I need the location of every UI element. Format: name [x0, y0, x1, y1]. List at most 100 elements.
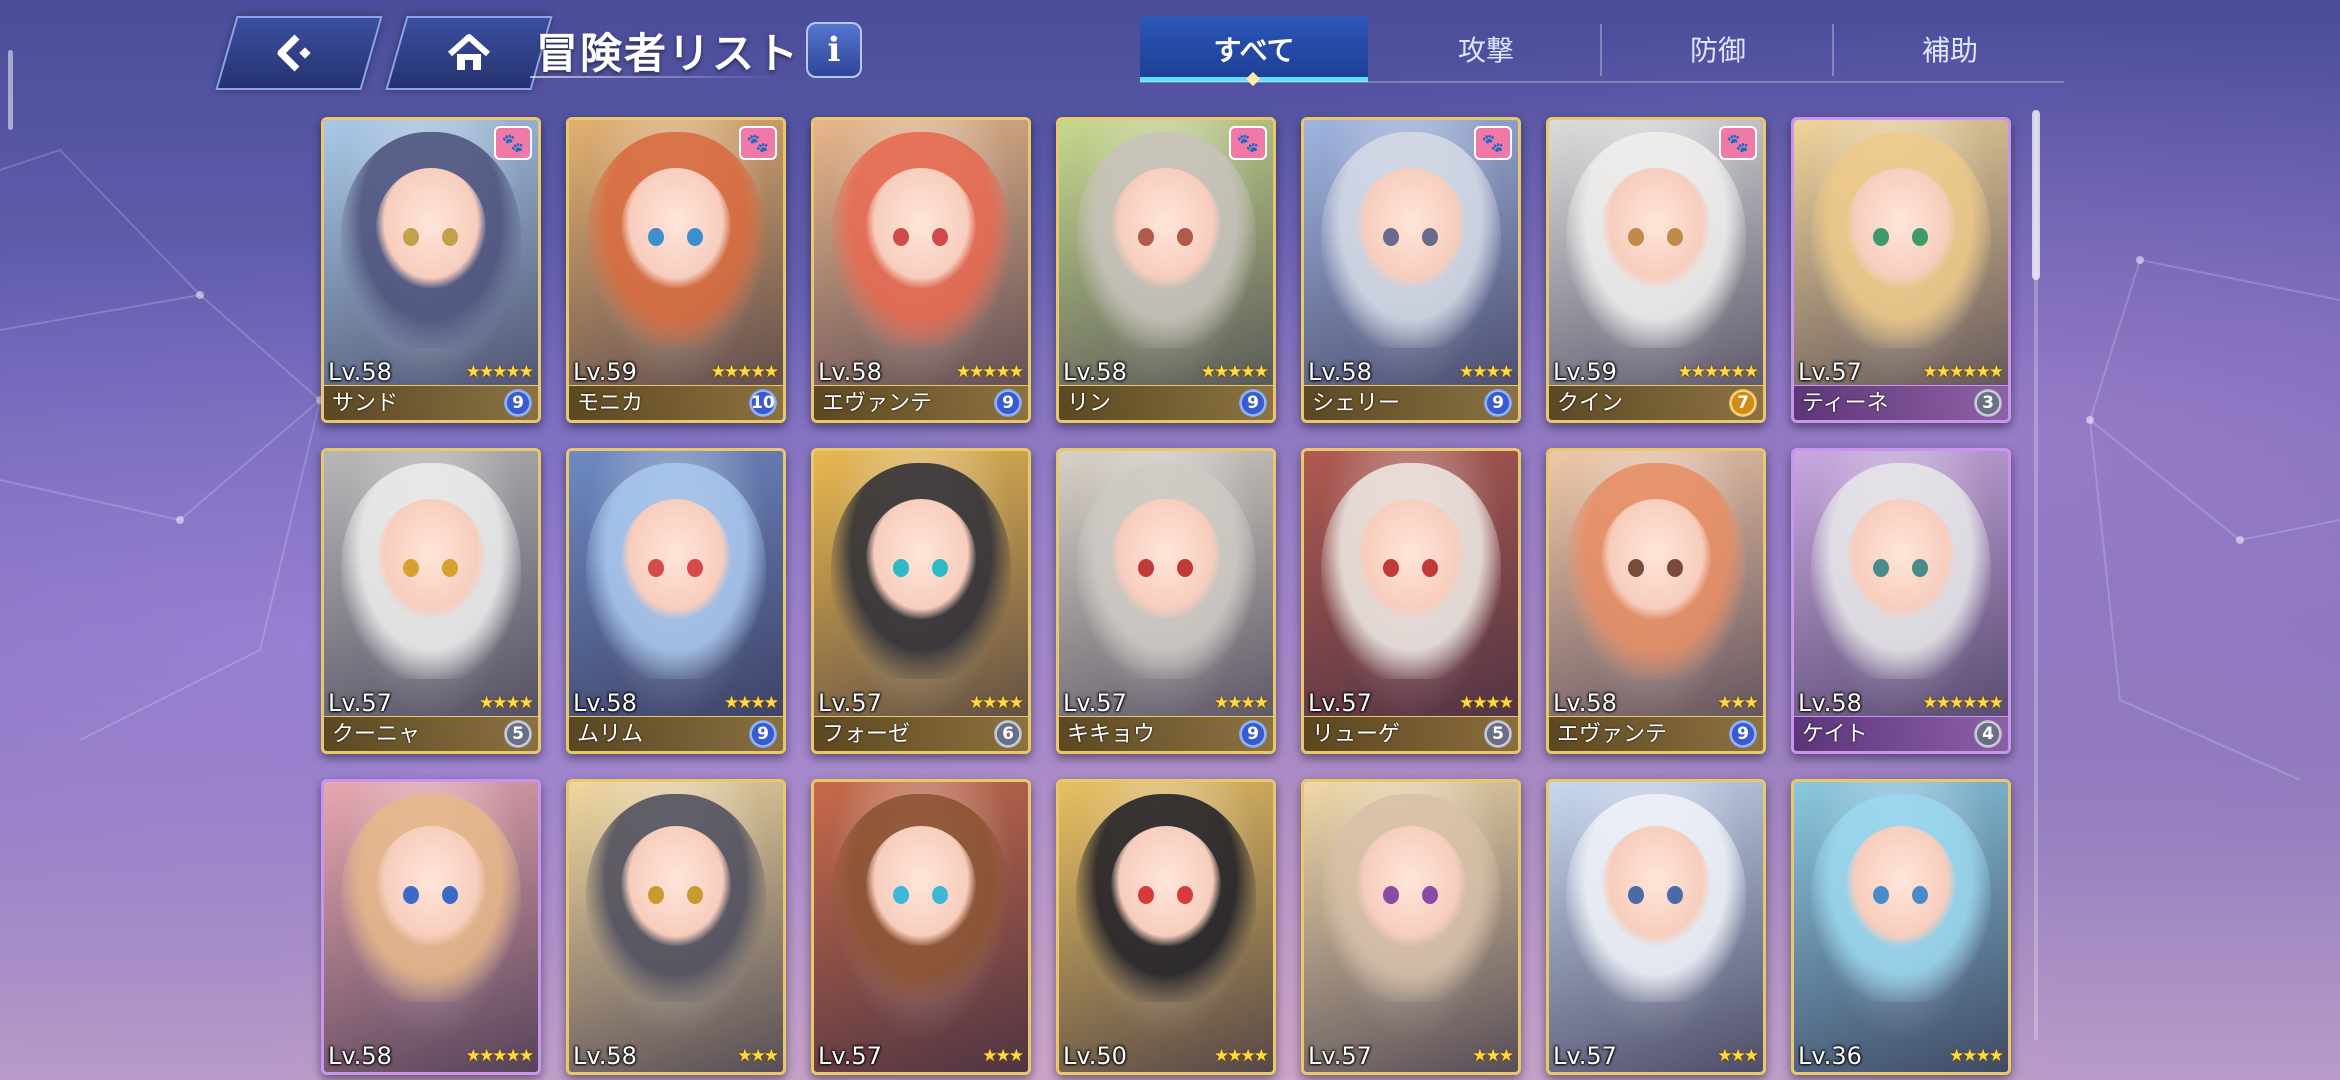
character-eye — [1911, 559, 1928, 577]
character-eye — [931, 228, 948, 246]
character-card[interactable]: 🐾 Lv.58 ★★★★★ リン 9 — [1056, 117, 1276, 423]
level-label: Lv.58 — [1308, 358, 1372, 386]
level-label: Lv.57 — [1063, 689, 1127, 717]
rank-badge: 9 — [1729, 720, 1757, 748]
character-card[interactable]: Lv.50 ★★★★ — [1056, 779, 1276, 1075]
character-card[interactable]: Lv.58 ★★★ — [566, 779, 786, 1075]
character-name: リン — [1067, 391, 1112, 416]
character-card[interactable]: Lv.57 ★★★★ キキョウ 9 — [1056, 448, 1276, 754]
character-card[interactable]: Lv.58 ★★★ エヴァンテ 9 — [1546, 448, 1766, 754]
star-rating: ★★★★ — [724, 693, 779, 713]
character-eye — [441, 559, 458, 577]
rank-badge: 9 — [994, 389, 1022, 417]
character-card[interactable]: Lv.57 ★★★ — [811, 779, 1031, 1075]
character-eye — [441, 228, 458, 246]
star-rating: ★★★ — [737, 1046, 779, 1066]
page-title: 冒険者リスト — [536, 29, 801, 78]
tab-support[interactable]: 補助 — [1836, 16, 2064, 82]
character-name: キキョウ — [1067, 722, 1156, 747]
rank-badge: 9 — [749, 720, 777, 748]
paw-icon: 🐾 — [494, 126, 532, 160]
paw-icon: 🐾 — [1719, 126, 1757, 160]
rank-badge: 5 — [1484, 720, 1512, 748]
character-card[interactable]: 🐾 Lv.58 ★★★★ シェリー 9 — [1301, 117, 1521, 423]
character-card[interactable]: Lv.57 ★★★★ クーニャ 5 — [321, 448, 541, 754]
character-eye — [1421, 559, 1438, 577]
character-portrait — [1304, 782, 1518, 1072]
character-name: エヴァンテ — [822, 391, 933, 416]
level-label: Lv.57 — [1553, 1042, 1617, 1070]
character-card[interactable]: Lv.58 ★★★★★ — [321, 779, 541, 1075]
character-card[interactable]: Lv.58 ★★★★★★ ケイト 4 — [1791, 448, 2011, 754]
character-portrait — [1059, 782, 1273, 1072]
character-face — [1846, 826, 1956, 947]
character-card[interactable]: Lv.58 ★★★★★ エヴァンテ 9 — [811, 117, 1031, 423]
back-button[interactable] — [215, 16, 383, 90]
character-card[interactable]: 🐾 Lv.59 ★★★★★ モニカ 10 — [566, 117, 786, 423]
paw-icon: 🐾 — [1474, 126, 1512, 160]
character-face — [376, 499, 486, 619]
character-face — [1356, 168, 1466, 288]
star-rating: ★★★★★★ — [1922, 693, 2004, 713]
home-button[interactable] — [385, 16, 553, 90]
character-name: フォーゼ — [822, 722, 911, 747]
level-label: Lv.58 — [1553, 689, 1617, 717]
character-card[interactable]: Lv.57 ★★★ — [1301, 779, 1521, 1075]
level-label: Lv.58 — [328, 358, 392, 386]
level-label: Lv.50 — [1063, 1042, 1127, 1070]
star-rating: ★★★★ — [479, 693, 534, 713]
character-name: エヴァンテ — [1557, 722, 1668, 747]
rank-badge: 9 — [1484, 389, 1512, 417]
character-face — [866, 826, 976, 947]
character-card[interactable]: 🐾 Lv.58 ★★★★★ サンド 9 — [321, 117, 541, 423]
character-card[interactable]: Lv.57 ★★★★ フォーゼ 6 — [811, 448, 1031, 754]
rank-badge: 9 — [1239, 389, 1267, 417]
character-card[interactable]: Lv.36 ★★★★ — [1791, 779, 2011, 1075]
character-card[interactable]: Lv.58 ★★★★ ムリム 9 — [566, 448, 786, 754]
character-portrait — [814, 782, 1028, 1072]
level-label: Lv.36 — [1798, 1042, 1862, 1070]
star-rating: ★★★ — [1472, 1046, 1514, 1066]
level-label: Lv.57 — [328, 689, 392, 717]
back-arrow-icon — [277, 34, 311, 72]
character-portrait — [569, 782, 783, 1072]
character-eye — [1666, 228, 1683, 246]
character-card[interactable]: Lv.57 ★★★ — [1546, 779, 1766, 1075]
info-button[interactable]: i — [806, 22, 862, 78]
character-name: ケイト — [1802, 722, 1868, 747]
character-name: ムリム — [577, 722, 644, 747]
character-face — [1601, 499, 1711, 619]
character-name: サンド — [332, 391, 399, 416]
character-card[interactable]: Lv.57 ★★★★★★ ティーネ 3 — [1791, 117, 2011, 423]
title-underline — [530, 76, 782, 78]
star-rating: ★★★★★ — [710, 362, 779, 382]
star-rating: ★★★★ — [1214, 693, 1269, 713]
character-eye — [441, 886, 458, 905]
star-rating: ★★★ — [1717, 1046, 1759, 1066]
scrollbar-thumb[interactable] — [2032, 110, 2040, 280]
character-face — [1356, 826, 1466, 947]
level-label: Lv.57 — [1308, 1042, 1372, 1070]
character-eye — [686, 228, 703, 246]
rank-badge: 3 — [1974, 389, 2002, 417]
tab-defense[interactable]: 防御 — [1604, 16, 1832, 82]
character-face — [621, 826, 731, 947]
character-face — [376, 826, 486, 947]
character-card[interactable]: Lv.57 ★★★★ リューゲ 5 — [1301, 448, 1521, 754]
star-rating: ★★★★★ — [465, 1046, 534, 1066]
character-name: リューゲ — [1312, 722, 1401, 747]
level-label: Lv.58 — [1063, 358, 1127, 386]
character-name: クイン — [1557, 391, 1624, 416]
character-portrait — [1549, 782, 1763, 1072]
level-label: Lv.58 — [573, 1042, 637, 1070]
character-eye — [1911, 886, 1928, 905]
tab-divider — [1832, 24, 1834, 76]
paw-icon: 🐾 — [1229, 126, 1267, 160]
rank-badge: 10 — [749, 389, 777, 417]
character-face — [1601, 826, 1711, 947]
level-label: Lv.59 — [573, 358, 637, 386]
star-rating: ★★★★ — [1214, 1046, 1269, 1066]
character-face — [1601, 168, 1711, 288]
character-card[interactable]: 🐾 Lv.59 ★★★★★★ クイン 7 — [1546, 117, 1766, 423]
tab-attack[interactable]: 攻撃 — [1372, 16, 1600, 82]
